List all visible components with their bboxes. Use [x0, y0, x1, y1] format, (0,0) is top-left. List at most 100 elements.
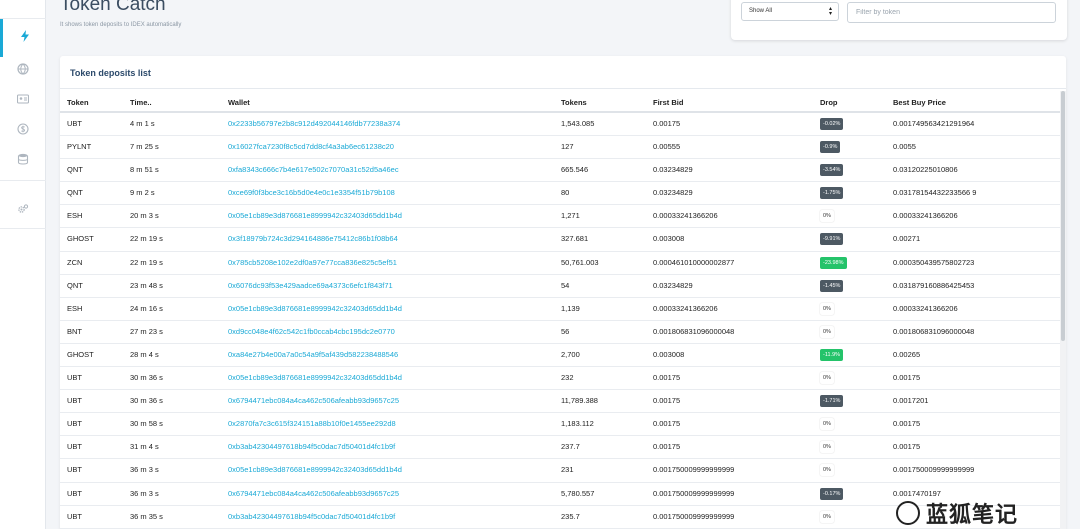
token-cell: UBT	[67, 119, 82, 128]
tokens-cell: 237.7	[561, 442, 580, 452]
first-bid-cell: 0.001750009999999999	[653, 511, 735, 521]
best-buy-price-cell: 0.0017201	[893, 396, 929, 406]
table-row[interactable]: ESH 24 m 16 s 0x05e1cb89e3d876681e8999942c…	[60, 298, 1060, 321]
page-title: Token Catch	[60, 0, 166, 15]
token-cell: UBT	[67, 419, 82, 429]
wallet-link[interactable]: 0x05e1cb89e3d876681e8999942c32403d65dd1b…	[228, 211, 402, 220]
wallet-link[interactable]: 0xfa8343c666c7b4e617e502c7070a31c52d5a46…	[228, 165, 399, 174]
tokens-cell: 5,780.557	[561, 488, 595, 498]
token-cell: UBT	[67, 465, 82, 475]
wallet-link[interactable]: 0x6076dc93f53e429aadce69a4373c6efc1f843f…	[228, 281, 393, 290]
table-scrollbar[interactable]	[1060, 91, 1066, 529]
wallet-link[interactable]: 0x785cb5208e102e2df0a97e77cca836e825c5ef…	[228, 258, 397, 267]
best-buy-price-cell: 0.00033241366206	[893, 211, 958, 221]
table-row[interactable]: QNT 9 m 2 s 0xce69f0f3bce3c16b5d0e4e0c1e33…	[60, 182, 1060, 206]
tokens-cell: 50,761.003	[561, 257, 599, 267]
wallet-link[interactable]: 0xb3ab42304497618b94f5c0dac7d50401d4fc1b…	[228, 442, 395, 451]
best-buy-price-cell: 0.001749563421291964	[893, 119, 975, 128]
time-cell: 31 m 4 s	[130, 442, 159, 452]
sidebar-item-database[interactable]	[0, 142, 46, 180]
time-cell: 30 m 36 s	[130, 396, 163, 406]
drop-badge: -11.9%	[820, 348, 844, 361]
wallet-link[interactable]: 0xb3ab42304497618b94f5c0dac7d50401d4fc1b…	[228, 512, 395, 521]
sidebar-item-settings[interactable]	[0, 192, 46, 230]
token-cell: ESH	[67, 303, 83, 313]
table-row[interactable]: UBT 30 m 58 s 0x2870fa7c3c615f324151a88b10…	[60, 413, 1060, 437]
time-cell: 24 m 16 s	[130, 303, 163, 313]
drop-badge: 0%	[820, 441, 834, 454]
table-row[interactable]: GHOST 28 m 4 s 0xa84e27b4e00a7a0c54a9f5af4…	[60, 344, 1060, 368]
settings-icon	[17, 202, 29, 220]
tokens-cell: 54	[561, 280, 570, 290]
tokens-cell: 1,139	[561, 303, 580, 313]
table-row[interactable]: UBT 4 m 1 s 0x2233b56797e2b8c912d492044146…	[60, 113, 1060, 137]
first-bid-cell: 0.003008	[653, 349, 685, 359]
drop-badge: -3.54%	[820, 164, 844, 177]
sidebar-divider	[0, 180, 46, 181]
table-row[interactable]: UBT 31 m 4 s 0xb3ab42304497618b94f5c0dac7d…	[60, 436, 1060, 460]
column-header-time[interactable]: Time..	[130, 98, 152, 107]
wallet-link[interactable]: 0x6794471ebc084a4ca462c506afeabb93d9657c…	[228, 489, 399, 498]
tokens-cell: 665.546	[561, 165, 589, 175]
time-cell: 9 m 2 s	[130, 188, 155, 198]
table-row[interactable]: UBT 36 m 3 s 0x05e1cb89e3d876681e8999942c3…	[60, 459, 1060, 483]
drop-badge: -0.02%	[820, 118, 844, 130]
table-row[interactable]: QNT 23 m 48 s 0x6076dc93f53e429aadce69a437…	[60, 275, 1060, 298]
globe-icon	[17, 62, 29, 80]
wallet-link[interactable]: 0x6794471ebc084a4ca462c506afeabb93d9657c…	[228, 396, 399, 405]
column-header-first-bid[interactable]: First Bid	[653, 98, 683, 107]
column-header-token[interactable]: Token	[67, 98, 89, 107]
wallet-link[interactable]: 0x3f18979b724c3d294164886e75412c86b1f08b…	[228, 234, 398, 243]
drop-badge: -1.71%	[820, 395, 844, 408]
column-header-drop[interactable]: Drop	[820, 98, 838, 107]
token-cell: QNT	[67, 165, 83, 175]
wallet-link[interactable]: 0x2870fa7c3c615f324151a88b10f0e1455ee292…	[228, 419, 396, 428]
database-icon	[17, 152, 29, 170]
column-header-best-buy-price[interactable]: Best Buy Price	[893, 98, 946, 107]
time-cell: 22 m 19 s	[130, 257, 163, 267]
wallet-link[interactable]: 0x05e1cb89e3d876681e8999942c32403d65dd1b…	[228, 304, 402, 313]
table-row[interactable]: ESH 20 m 3 s 0x05e1cb89e3d876681e8999942c3…	[60, 205, 1060, 229]
first-bid-cell: 0.003008	[653, 234, 685, 244]
show-all-select[interactable]: Show All ▴ ▾	[741, 2, 839, 21]
tokens-cell: 232	[561, 373, 574, 383]
scrollbar-thumb[interactable]	[1061, 91, 1065, 341]
wallet-link[interactable]: 0x16027fca7230f8c5cd7dd8cf4a3ab6ec61238c…	[228, 142, 394, 151]
best-buy-price-cell: 0.00175	[893, 442, 921, 452]
wallet-link[interactable]: 0xa84e27b4e00a7a0c54a9f5af439d5822384885…	[228, 350, 398, 359]
token-cell: QNT	[67, 188, 83, 198]
first-bid-cell: 0.00175	[653, 373, 681, 383]
time-cell: 30 m 36 s	[130, 373, 163, 383]
wallet-link[interactable]: 0x05e1cb89e3d876681e8999942c32403d65dd1b…	[228, 373, 402, 382]
table-row[interactable]: UBT 30 m 36 s 0x05e1cb89e3d876681e8999942c…	[60, 367, 1060, 391]
best-buy-price-cell: 0.00265	[893, 349, 921, 359]
table-row[interactable]: BNT 27 m 23 s 0xd9cc048e4f62c542c1fb0ccab4…	[60, 321, 1060, 344]
column-header-wallet[interactable]: Wallet	[228, 98, 250, 107]
best-buy-price-cell: 0.00175	[893, 419, 921, 429]
tokens-cell: 1,271	[561, 211, 580, 221]
wallet-link[interactable]: 0x2233b56797e2b8c912d492044146fdb77238a3…	[228, 119, 400, 128]
time-cell: 36 m 3 s	[130, 488, 159, 498]
table-row[interactable]: UBT 30 m 36 s 0x6794471ebc084a4ca462c506af…	[60, 390, 1060, 414]
lightning-icon	[19, 29, 31, 47]
drop-badge: -0.9%	[820, 141, 841, 154]
drop-badge: -1.75%	[820, 187, 844, 200]
table-body: UBT 4 m 1 s 0x2233b56797e2b8c912d492044146…	[60, 113, 1060, 529]
wallet-link[interactable]: 0x05e1cb89e3d876681e8999942c32403d65dd1b…	[228, 465, 402, 474]
card-divider	[60, 88, 1066, 89]
first-bid-cell: 0.00033241366206	[653, 303, 718, 313]
first-bid-cell: 0.001806831096000048	[653, 326, 735, 336]
select-caret-icon: ▴ ▾	[828, 6, 832, 17]
time-cell: 36 m 3 s	[130, 465, 159, 475]
card-title: Token deposits list	[70, 68, 151, 78]
column-header-tokens[interactable]: Tokens	[561, 98, 587, 107]
filter-by-token-input[interactable]	[847, 2, 1056, 23]
first-bid-cell: 0.00033241366206	[653, 211, 718, 221]
table-row[interactable]: QNT 8 m 51 s 0xfa8343c666c7b4e617e502c7070…	[60, 159, 1060, 183]
table-row[interactable]: PYLNT 7 m 25 s 0x16027fca7230f8c5cd7dd8cf4…	[60, 136, 1060, 160]
table-row[interactable]: GHOST 22 m 19 s 0x3f18979b724c3d294164886e…	[60, 228, 1060, 252]
best-buy-price-cell: 0.001806831096000048	[893, 326, 975, 336]
table-row[interactable]: ZCN 22 m 19 s 0x785cb5208e102e2df0a97e77cc…	[60, 252, 1060, 275]
wallet-link[interactable]: 0xd9cc048e4f62c542c1fb0ccab4cbc195dc2e07…	[228, 327, 395, 336]
wallet-link[interactable]: 0xce69f0f3bce3c16b5d0e4e0c1e3354f51b79b1…	[228, 188, 395, 197]
